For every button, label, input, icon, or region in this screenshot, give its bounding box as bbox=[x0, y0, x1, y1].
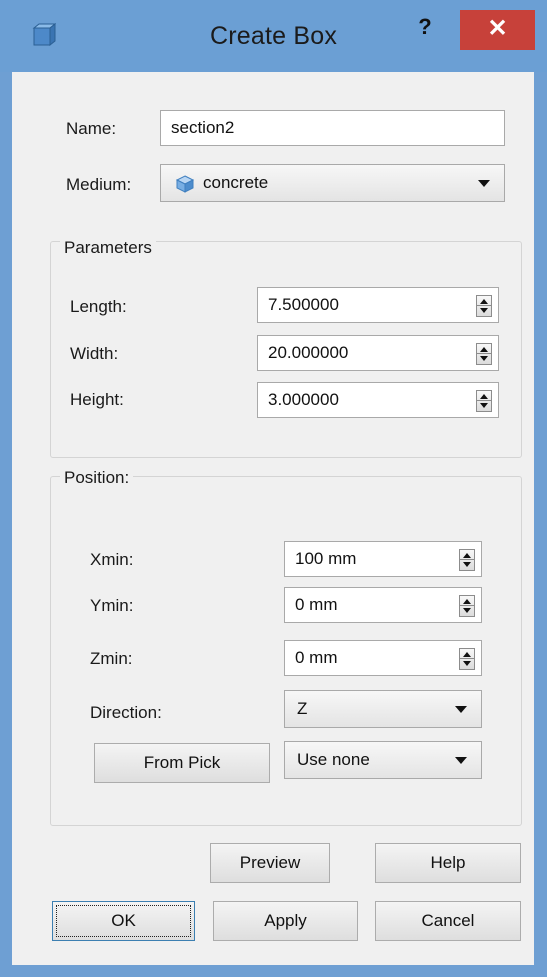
direction-label: Direction: bbox=[90, 703, 162, 722]
width-label: Width: bbox=[70, 344, 119, 363]
medium-value: concrete bbox=[203, 173, 269, 192]
zmin-value: 0 mm bbox=[295, 648, 338, 667]
chevron-down-icon bbox=[455, 706, 467, 713]
ymin-label: Ymin: bbox=[90, 596, 134, 615]
chevron-down-icon bbox=[478, 180, 490, 187]
ymin-value: 0 mm bbox=[295, 595, 338, 614]
parameters-title: Parameters bbox=[60, 238, 156, 258]
length-label: Length: bbox=[70, 297, 127, 316]
preview-button[interactable]: Preview bbox=[210, 843, 330, 883]
apply-button[interactable]: Apply bbox=[213, 901, 358, 941]
width-value: 20.000000 bbox=[268, 343, 349, 362]
width-input[interactable]: 20.000000 bbox=[257, 335, 499, 371]
name-input[interactable]: section2 bbox=[160, 110, 505, 146]
width-spinner[interactable] bbox=[476, 343, 492, 365]
name-label: Name: bbox=[66, 119, 117, 138]
title-bar: Create Box ? ✕ bbox=[0, 0, 547, 72]
ymin-spinner[interactable] bbox=[459, 595, 475, 617]
height-value: 3.000000 bbox=[268, 390, 339, 409]
length-spinner[interactable] bbox=[476, 295, 492, 317]
xmin-value: 100 mm bbox=[295, 549, 357, 568]
zmin-spinner[interactable] bbox=[459, 648, 475, 670]
chevron-down-icon bbox=[455, 757, 467, 764]
help-title-button[interactable]: ? bbox=[410, 12, 440, 42]
xmin-input[interactable]: 100 mm bbox=[284, 541, 482, 577]
ok-button[interactable]: OK bbox=[52, 901, 195, 941]
medium-label: Medium: bbox=[66, 175, 132, 194]
height-input[interactable]: 3.000000 bbox=[257, 382, 499, 418]
pick-mode-value: Use none bbox=[297, 750, 370, 769]
zmin-input[interactable]: 0 mm bbox=[284, 640, 482, 676]
from-pick-button[interactable]: From Pick bbox=[94, 743, 270, 783]
position-title: Position: bbox=[60, 468, 134, 488]
length-input[interactable]: 7.500000 bbox=[257, 287, 499, 323]
ymin-input[interactable]: 0 mm bbox=[284, 587, 482, 623]
height-label: Height: bbox=[70, 390, 124, 409]
dialog-body: Name: section2 Medium: concrete Paramete… bbox=[12, 72, 534, 965]
medium-select[interactable]: concrete bbox=[160, 164, 505, 202]
length-value: 7.500000 bbox=[268, 295, 339, 314]
help-button[interactable]: Help bbox=[375, 843, 521, 883]
cancel-button[interactable]: Cancel bbox=[375, 901, 521, 941]
cube-icon bbox=[175, 175, 195, 193]
xmin-spinner[interactable] bbox=[459, 549, 475, 571]
pick-mode-select[interactable]: Use none bbox=[284, 741, 482, 779]
zmin-label: Zmin: bbox=[90, 649, 133, 668]
xmin-label: Xmin: bbox=[90, 550, 134, 569]
direction-select[interactable]: Z bbox=[284, 690, 482, 728]
direction-value: Z bbox=[297, 699, 308, 718]
close-button[interactable]: ✕ bbox=[460, 10, 535, 50]
height-spinner[interactable] bbox=[476, 390, 492, 412]
